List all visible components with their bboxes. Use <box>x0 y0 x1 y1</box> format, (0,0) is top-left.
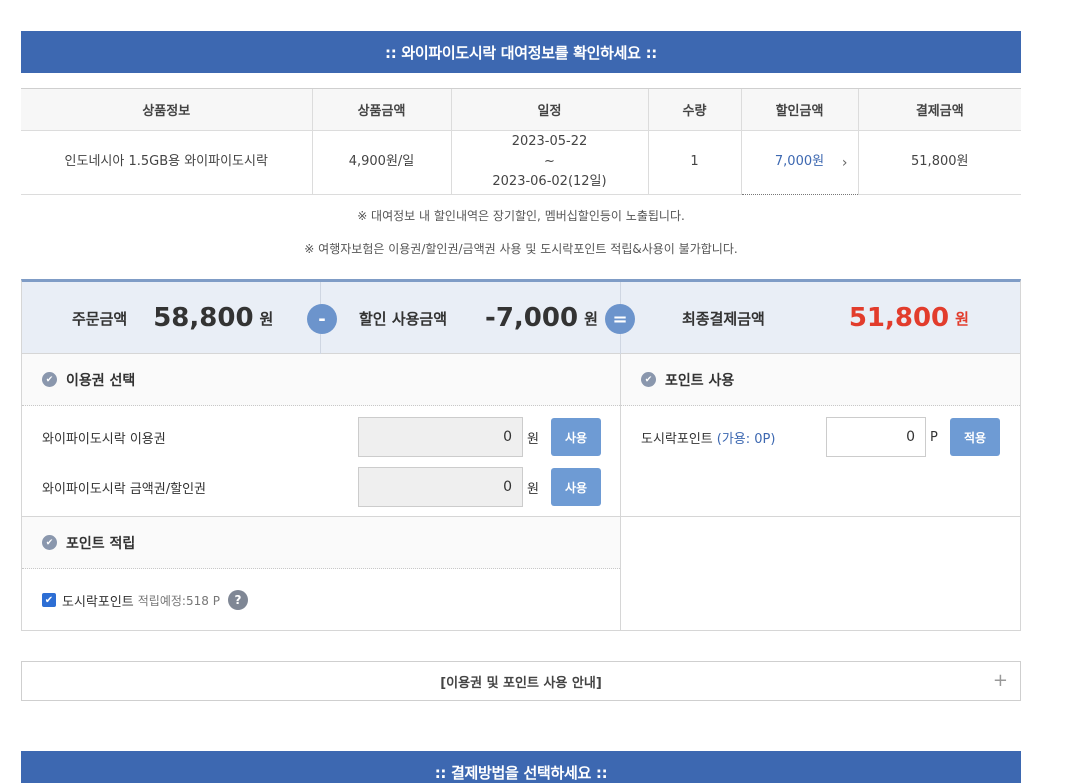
notice-insurance: ※ 여행자보험은 이용권/할인권/금액권 사용 및 도시락포인트 적립&사용이 … <box>304 242 738 256</box>
usage-guide-toggle[interactable]: [이용권 및 포인트 사용 안내] + <box>21 661 1021 701</box>
point-use-row: 도시락포인트 (가용: 0P) P 적용 <box>621 417 1020 467</box>
equals-icon: = <box>605 304 635 334</box>
section-divider <box>621 516 1020 517</box>
final-amount-label: 최종결제금액 <box>682 309 765 328</box>
th-price: 상품금액 <box>312 89 452 131</box>
point-apply-button[interactable]: 적용 <box>950 418 1000 456</box>
schedule-start: 2023-05-22 <box>511 134 588 149</box>
rental-info-table: 상품정보 상품금액 일정 수량 할인금액 결제금액 인도네시아 1.5GB용 와… <box>21 88 1021 195</box>
discount-amount-value: -7,000 <box>485 303 579 333</box>
discount-amount-block: 할인 사용금액 -7,000 원 <box>359 282 598 354</box>
order-amount-unit: 원 <box>259 309 274 328</box>
gift-voucher-amount-field[interactable] <box>358 467 523 507</box>
voucher-use-button[interactable]: 사용 <box>551 418 601 456</box>
order-amount-value: 58,800 <box>153 303 254 333</box>
usage-guide-label: [이용권 및 포인트 사용 안내] <box>440 675 602 691</box>
th-schedule: 일정 <box>451 89 649 131</box>
point-use-input[interactable] <box>826 417 926 457</box>
discount-amount-label: 할인 사용금액 <box>359 309 448 328</box>
order-amount-block: 주문금액 58,800 원 <box>72 282 273 354</box>
point-use-label-group: 도시락포인트 (가용: 0P) <box>641 417 775 457</box>
rental-info-header-text: :: 와이파이도시락 대여정보를 확인하세요 :: <box>385 43 657 62</box>
notice-discount: ※ 대여정보 내 할인내역은 장기할인, 멤버십할인등이 노출됩니다. <box>357 209 685 223</box>
point-accrual-checkbox[interactable]: ✔ <box>42 593 56 607</box>
table-row: 인도네시아 1.5GB용 와이파이도시락 4,900원/일 2023-05-22… <box>21 130 1021 195</box>
cell-discount-toggle[interactable]: 7,000원 › <box>741 130 859 195</box>
rental-info-header: :: 와이파이도시락 대여정보를 확인하세요 :: <box>21 31 1021 73</box>
gift-voucher-label: 와이파이도시락 금액권/할인권 <box>42 481 206 497</box>
help-icon[interactable]: ? <box>227 590 248 610</box>
voucher-section-header: ✔ 이용권 선택 <box>22 354 620 406</box>
th-total: 결제금액 <box>858 89 1021 131</box>
payment-summary: 주문금액 58,800 원 - 할인 사용금액 -7,000 원 = 최종결제금… <box>21 279 1021 354</box>
point-use-section-title: 포인트 사용 <box>665 372 735 389</box>
minus-icon: - <box>307 304 337 334</box>
cell-total: 51,800원 <box>858 130 1021 195</box>
schedule-separator: ~ <box>544 154 555 169</box>
check-circle-icon: ✔ <box>42 372 57 387</box>
voucher-amount-field[interactable] <box>358 417 523 457</box>
point-use-section-header: ✔ 포인트 사용 <box>621 354 1020 406</box>
order-amount-label: 주문금액 <box>72 309 128 328</box>
cell-schedule: 2023-05-22 ~ 2023-06-02(12일) <box>451 130 649 195</box>
point-use-label: 도시락포인트 <box>641 431 713 447</box>
voucher-row: 와이파이도시락 이용권 원 사용 <box>22 417 620 467</box>
th-quantity: 수량 <box>648 89 742 131</box>
th-discount: 할인금액 <box>741 89 859 131</box>
cell-quantity: 1 <box>648 130 742 195</box>
gift-voucher-row: 와이파이도시락 금액권/할인권 원 사용 <box>22 467 620 517</box>
gift-voucher-use-button[interactable]: 사용 <box>551 468 601 506</box>
point-available: (가용: 0P) <box>716 431 776 447</box>
point-accrual-section-title: 포인트 적립 <box>66 535 136 552</box>
point-accrual-row: ✔ 도시락포인트 적립예정:518 P ? <box>42 590 248 610</box>
plus-icon: + <box>992 670 1008 691</box>
point-unit: P <box>930 429 938 445</box>
discount-amount: 7,000원 <box>774 154 825 169</box>
voucher-unit: 원 <box>527 431 539 447</box>
options-panels: ✔ 이용권 선택 와이파이도시락 이용권 원 사용 와이파이도시락 금액권/할인… <box>21 354 1021 631</box>
schedule-end: 2023-06-02(12일) <box>492 174 607 189</box>
check-circle-icon: ✔ <box>641 372 656 387</box>
voucher-label: 와이파이도시락 이용권 <box>42 431 166 447</box>
final-amount-unit: 원 <box>955 309 969 328</box>
point-use-panel: ✔ 포인트 사용 도시락포인트 (가용: 0P) P 적용 <box>621 354 1020 630</box>
table-header-row: 상품정보 상품금액 일정 수량 할인금액 결제금액 <box>21 89 1021 131</box>
point-accrual-estimate: 적립예정:518 P <box>137 593 220 608</box>
voucher-section-title: 이용권 선택 <box>66 372 136 389</box>
cell-product: 인도네시아 1.5GB용 와이파이도시락 <box>21 130 313 195</box>
final-amount-block: 최종결제금액 51,800 원 <box>682 282 969 354</box>
final-amount-value: 51,800 <box>848 303 950 333</box>
check-circle-icon: ✔ <box>42 535 57 550</box>
th-product: 상품정보 <box>21 89 313 131</box>
payment-method-header-text: :: 결제방법을 선택하세요 :: <box>434 763 608 782</box>
gift-voucher-unit: 원 <box>527 481 539 497</box>
cell-price: 4,900원/일 <box>312 130 452 195</box>
voucher-panel: ✔ 이용권 선택 와이파이도시락 이용권 원 사용 와이파이도시락 금액권/할인… <box>22 354 621 630</box>
discount-amount-unit: 원 <box>584 309 598 328</box>
point-accrual-section-header: ✔ 포인트 적립 <box>22 517 620 569</box>
payment-method-header: :: 결제방법을 선택하세요 :: <box>21 751 1021 783</box>
chevron-right-icon: › <box>841 154 848 171</box>
point-accrual-label: 도시락포인트 <box>62 594 134 610</box>
